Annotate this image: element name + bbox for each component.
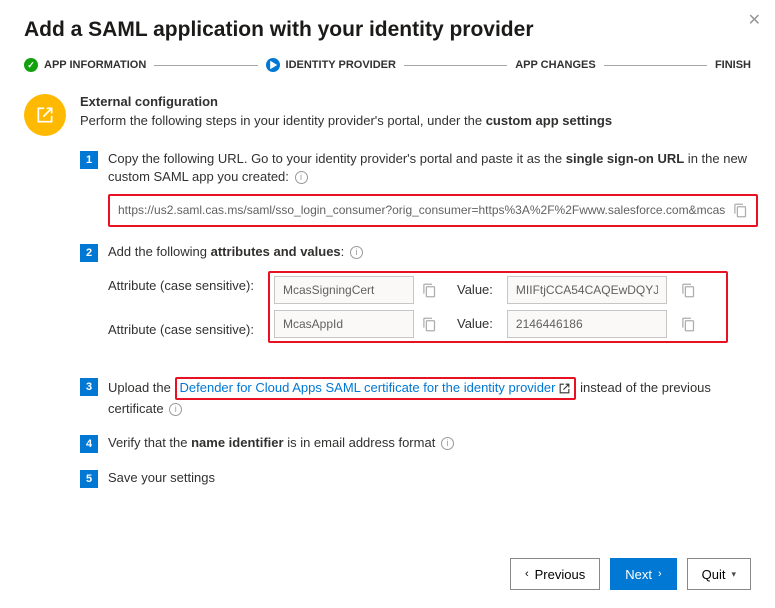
text: Save your settings [108,470,215,485]
step-number: 3 [80,378,98,396]
button-label: Next [625,567,652,582]
info-icon[interactable]: i [169,403,182,416]
text: Perform the following steps in your iden… [80,113,486,128]
text-bold: single sign-on URL [566,151,684,166]
text: is in email address format [284,435,439,450]
copy-icon[interactable] [422,317,437,332]
attribute-name-input[interactable] [274,310,414,338]
section-subtext: Perform the following steps in your iden… [80,113,751,128]
sso-url-value[interactable]: https://us2.saml.cas.ms/saml/sso_login_c… [118,202,725,219]
copy-icon[interactable] [733,203,748,218]
chevron-left-icon: ‹ [525,568,529,580]
attribute-value-input[interactable] [507,276,667,304]
attribute-value-label: Value: [445,315,499,333]
step-finish: FINISH [715,59,751,71]
step-identity-provider: IDENTITY PROVIDER [266,58,396,72]
copy-icon[interactable] [681,283,696,298]
step-label: FINISH [715,59,751,71]
instruction-step-2: 2 Add the following attributes and value… [80,243,751,349]
external-link-icon [558,382,571,395]
info-icon[interactable]: i [350,246,363,259]
step-app-changes: APP CHANGES [515,59,595,71]
step-label: IDENTITY PROVIDER [286,59,396,71]
text: : [341,244,348,259]
page-title: Add a SAML application with your identit… [24,18,751,42]
step-label: APP INFORMATION [44,59,146,71]
step-number: 5 [80,470,98,488]
button-label: Quit [702,567,726,582]
chevron-right-icon: › [658,568,662,580]
info-icon[interactable]: i [441,437,454,450]
stepper-line [154,65,257,66]
attribute-name-input[interactable] [274,276,414,304]
external-link-icon [24,94,66,136]
previous-button[interactable]: ‹ Previous [510,558,600,590]
step-number: 2 [80,244,98,262]
attribute-value-input[interactable] [507,310,667,338]
attribute-value-label: Value: [445,281,499,299]
step-number: 1 [80,151,98,169]
copy-icon[interactable] [681,317,696,332]
close-icon[interactable]: ✕ [748,10,761,30]
step-app-information: ✓ APP INFORMATION [24,58,146,72]
instruction-step-3: 3 Upload the Defender for Cloud Apps SAM… [80,377,751,417]
text-bold: name identifier [191,435,283,450]
text: Add the following [108,244,211,259]
step-label: APP CHANGES [515,59,595,71]
wizard-stepper: ✓ APP INFORMATION IDENTITY PROVIDER APP … [24,58,751,72]
chevron-down-icon: ▾ [731,569,736,580]
instruction-step-1: 1 Copy the following URL. Go to your ide… [80,150,751,227]
instruction-step-4: 4 Verify that the name identifier is in … [80,434,751,453]
info-icon[interactable]: i [295,171,308,184]
attribute-name-label: Attribute (case sensitive): [108,321,258,339]
text: Verify that the [108,435,191,450]
next-button[interactable]: Next › [610,558,676,590]
external-config-section: External configuration Perform the follo… [24,94,751,136]
stepper-line [604,65,707,66]
text: Upload the [108,380,175,395]
quit-button[interactable]: Quit ▾ [687,558,751,590]
wizard-footer: ‹ Previous Next › Quit ▾ [510,558,751,590]
text-bold: custom app settings [486,113,612,128]
section-heading: External configuration [80,94,751,109]
play-icon [266,58,280,72]
stepper-line [404,65,507,66]
certificate-link-box: Defender for Cloud Apps SAML certificate… [175,377,577,399]
instruction-step-5: 5 Save your settings [80,469,751,488]
copy-icon[interactable] [422,283,437,298]
text: Copy the following URL. Go to your ident… [108,151,566,166]
check-icon: ✓ [24,58,38,72]
button-label: Previous [535,567,586,582]
step-number: 4 [80,435,98,453]
sso-url-box: https://us2.saml.cas.ms/saml/sso_login_c… [108,194,758,227]
text-bold: attributes and values [211,244,341,259]
certificate-download-link[interactable]: Defender for Cloud Apps SAML certificate… [180,379,556,397]
attribute-name-label: Attribute (case sensitive): [108,277,258,295]
